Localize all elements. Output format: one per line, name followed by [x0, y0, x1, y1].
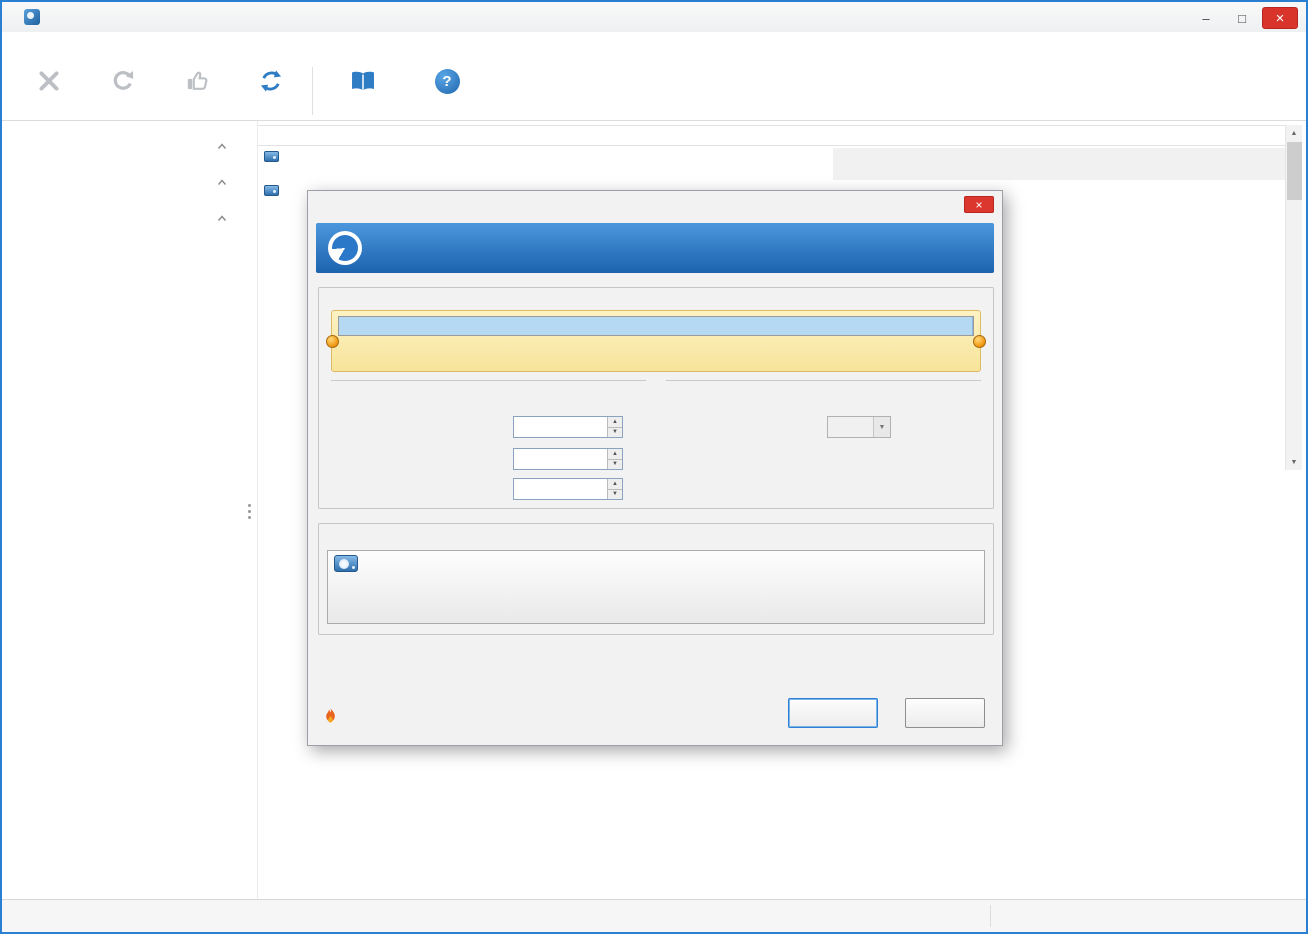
undo-button[interactable] — [12, 65, 86, 98]
sidebar-section-pending[interactable] — [2, 205, 257, 231]
window-controls: – □ × — [1190, 5, 1298, 31]
cluster-field: ▼ — [757, 416, 891, 438]
redo-button[interactable] — [86, 65, 160, 98]
spin-up-icon[interactable]: ▲ — [607, 479, 622, 489]
used-space-fill — [339, 317, 973, 335]
undo-icon — [36, 67, 62, 95]
dialog-titlebar[interactable] — [308, 191, 1002, 217]
sidebar — [2, 121, 258, 899]
toolbar: ? — [2, 60, 1306, 121]
disk-info — [330, 553, 416, 621]
after-spinner: ▲ ▼ — [513, 478, 623, 500]
disk-icon — [264, 151, 279, 162]
thumbs-up-icon — [184, 67, 210, 95]
partition-size-bar — [338, 316, 974, 336]
flame-icon — [324, 708, 337, 726]
splitter-handle[interactable] — [248, 504, 251, 507]
spin-down-icon[interactable]: ▼ — [607, 488, 622, 499]
dialog-close-button[interactable]: × — [964, 196, 994, 213]
refresh-button[interactable] — [234, 65, 308, 98]
spin-down-icon[interactable]: ▼ — [607, 426, 622, 437]
maximize-button[interactable]: □ — [1226, 7, 1258, 29]
resize-widget[interactable] — [326, 310, 986, 372]
cancel-button[interactable] — [905, 698, 985, 728]
statusbar-divider — [990, 905, 991, 927]
spin-up-icon[interactable]: ▲ — [607, 417, 622, 427]
table-header — [258, 125, 1302, 146]
spin-up-icon[interactable]: ▲ — [607, 449, 622, 459]
dropdown-arrow-icon: ▼ — [873, 417, 890, 437]
redo-icon — [110, 67, 136, 95]
partition-icon — [264, 185, 279, 196]
scroll-down-arrow[interactable]: ▼ — [1286, 454, 1302, 470]
vertical-scrollbar[interactable]: ▲ ▼ — [1285, 125, 1302, 470]
statusbar — [2, 899, 1306, 932]
niubi-logo-icon — [328, 231, 362, 265]
chevron-up-icon — [217, 175, 227, 189]
sidebar-section-operations[interactable] — [2, 169, 257, 195]
before-spinner: ▲ ▼ — [513, 448, 623, 470]
resize-handle-left[interactable] — [326, 335, 339, 348]
scroll-up-arrow[interactable]: ▲ — [1286, 125, 1302, 141]
chevron-up-icon — [217, 211, 227, 225]
scrollbar-thumb[interactable] — [1287, 142, 1302, 200]
about-button[interactable]: ? — [405, 65, 489, 98]
minimize-button[interactable]: – — [1190, 7, 1222, 29]
maximum-text — [331, 380, 981, 381]
dialog-banner — [316, 223, 994, 273]
size-spinner: ▲ ▼ — [513, 416, 623, 438]
size-location-group: ▲ ▼ ▼ ▲ ▼ ▲ ▼ — [318, 287, 994, 509]
app-icon — [24, 9, 40, 25]
help-icon: ? — [434, 67, 460, 95]
cluster-dropdown[interactable]: ▼ — [827, 416, 891, 438]
refresh-icon — [258, 67, 284, 95]
disk-icon — [334, 555, 358, 572]
resize-dialog: × ▲ ▼ ▼ ▲ ▼ ▲ ▼ — [307, 190, 1003, 746]
resize-handle-right[interactable] — [973, 335, 986, 348]
spin-down-icon[interactable]: ▼ — [607, 458, 622, 469]
chevron-up-icon — [217, 139, 227, 153]
apply-button[interactable] — [160, 65, 234, 98]
menubar — [2, 32, 1306, 60]
guide-button[interactable] — [321, 65, 405, 98]
ok-button[interactable] — [788, 698, 878, 728]
titlebar[interactable]: – □ × — [2, 2, 1306, 32]
disk-preview-group — [318, 523, 994, 635]
disk0-row[interactable] — [258, 148, 1258, 182]
disk-strip — [327, 550, 985, 624]
toolbar-separator — [312, 67, 313, 115]
book-icon — [349, 67, 377, 95]
rollback-link-row — [324, 708, 344, 726]
sidebar-section-tools[interactable] — [2, 133, 257, 159]
close-button[interactable]: × — [1262, 7, 1298, 29]
